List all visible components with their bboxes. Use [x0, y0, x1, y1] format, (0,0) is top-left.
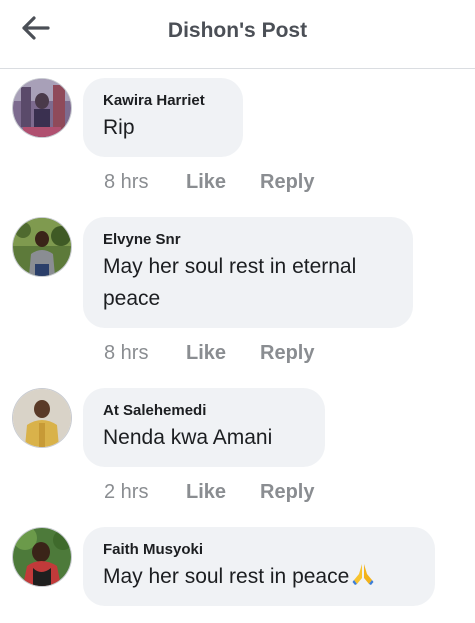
- comment-time: 2 hrs: [104, 481, 149, 503]
- comment-bubble[interactable]: At Salehemedi Nenda kwa Amani: [83, 388, 325, 467]
- comment-author[interactable]: At Salehemedi: [103, 402, 305, 420]
- comment-text: Rip: [103, 116, 135, 139]
- comment-text: May her soul rest in peace: [103, 565, 350, 588]
- avatar[interactable]: [13, 218, 71, 276]
- comment-bubble[interactable]: Faith Musyoki May her soul rest in peace: [83, 527, 435, 606]
- comment-time: 8 hrs: [104, 342, 149, 364]
- comment-actions: 2 hrs Like Reply: [104, 481, 314, 504]
- comment-text: Nenda kwa Amani: [103, 426, 273, 449]
- comment-author[interactable]: Kawira Harriet: [103, 92, 223, 110]
- comment-actions: 8 hrs Like Reply: [104, 342, 314, 365]
- avatar[interactable]: [13, 528, 71, 586]
- like-button[interactable]: Like: [186, 171, 260, 194]
- like-button[interactable]: Like: [186, 481, 260, 504]
- comment-actions: 8 hrs Like Reply: [104, 171, 314, 194]
- like-button[interactable]: Like: [186, 342, 260, 365]
- comment-author[interactable]: Faith Musyoki: [103, 541, 415, 559]
- top-bar: Dishon's Post: [0, 0, 475, 69]
- comment-text-line: May her soul rest in peace: [103, 561, 415, 593]
- comment-bubble[interactable]: Elvyne Snr May her soul rest in eternal …: [83, 217, 413, 328]
- reply-button[interactable]: Reply: [260, 342, 314, 365]
- reply-button[interactable]: Reply: [260, 171, 314, 194]
- reply-button[interactable]: Reply: [260, 481, 314, 504]
- comment-time: 8 hrs: [104, 171, 149, 193]
- comment-text: May her soul rest in eternal peace: [103, 255, 357, 310]
- page-title: Dishon's Post: [167, 19, 308, 42]
- folded-hands-emoji-icon: [352, 564, 374, 585]
- comment-author[interactable]: Elvyne Snr: [103, 231, 393, 249]
- comment-bubble[interactable]: Kawira Harriet Rip: [83, 78, 243, 157]
- avatar[interactable]: [13, 389, 71, 447]
- avatar[interactable]: [13, 79, 71, 137]
